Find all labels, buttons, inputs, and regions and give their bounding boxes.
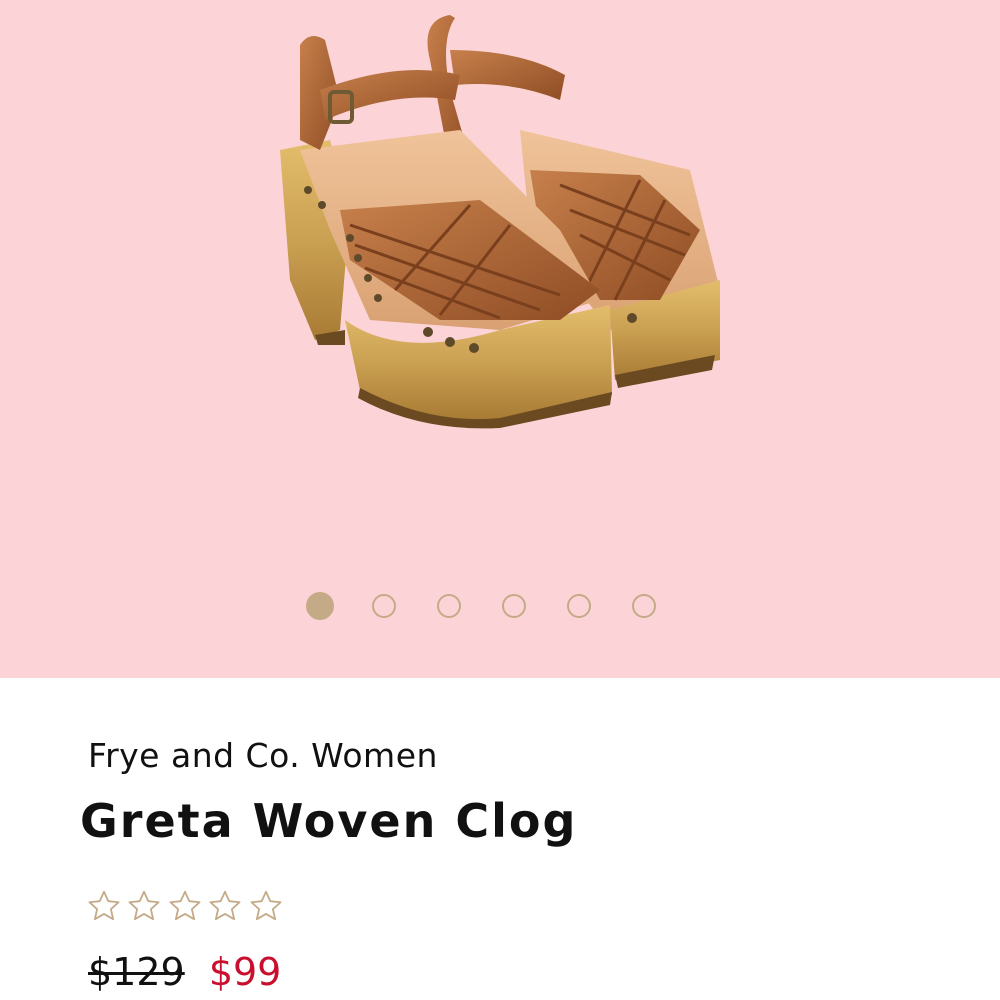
carousel-dot-5[interactable] (567, 594, 591, 618)
star-outline-icon (129, 890, 160, 921)
star-outline-icon (169, 890, 201, 921)
star-outline-icon (88, 890, 120, 921)
sale-price: $99 (208, 950, 282, 994)
product-title: Greta Woven Clog (80, 794, 578, 848)
product-info: Frye and Co. Women Greta Woven Clog $129… (0, 678, 1000, 1000)
carousel-dot-2[interactable] (372, 594, 396, 618)
carousel-dot-6[interactable] (632, 594, 656, 618)
carousel-dot-1[interactable] (306, 592, 334, 620)
carousel-dot-3[interactable] (437, 594, 461, 618)
original-price: $129 (88, 950, 185, 994)
star-outline-icon (209, 890, 241, 921)
star-outline-icon (250, 890, 282, 921)
carousel-pagination (0, 590, 1000, 624)
product-image-carousel[interactable] (0, 0, 1000, 678)
product-photo (280, 15, 720, 429)
rating-stars[interactable] (86, 888, 284, 924)
price-block: $129 $99 (88, 950, 281, 994)
carousel-dot-4[interactable] (502, 594, 526, 618)
product-brand[interactable]: Frye and Co. Women (88, 736, 438, 775)
